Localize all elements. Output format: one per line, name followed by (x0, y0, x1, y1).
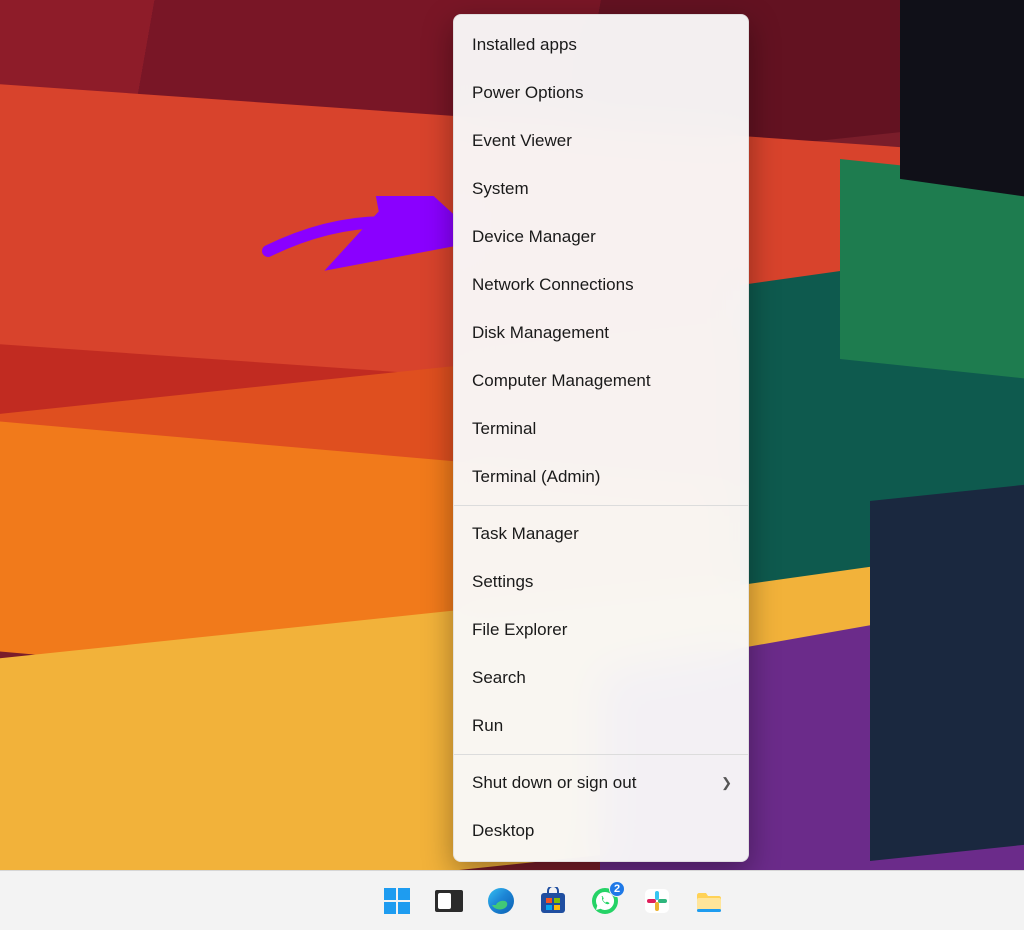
chevron-right-icon: ❯ (721, 775, 732, 791)
start-icon[interactable] (381, 885, 413, 917)
menu-item-label: Network Connections (472, 275, 730, 295)
menu-item-label: Terminal (472, 419, 730, 439)
menu-item-label: Computer Management (472, 371, 730, 391)
menu-item-label: Shut down or sign out (472, 773, 721, 793)
winx-context-menu: Installed apps Power Options Event Viewe… (453, 14, 749, 862)
menu-item-label: Task Manager (472, 524, 730, 544)
menu-item-label: Run (472, 716, 730, 736)
taskview-icon[interactable] (433, 885, 465, 917)
menu-item-event-viewer[interactable]: Event Viewer (454, 117, 748, 165)
menu-item-label: Desktop (472, 821, 730, 841)
menu-item-task-manager[interactable]: Task Manager (454, 510, 748, 558)
menu-item-label: Settings (472, 572, 730, 592)
slack-icon[interactable] (641, 885, 673, 917)
menu-item-label: Event Viewer (472, 131, 730, 151)
menu-item-power-options[interactable]: Power Options (454, 69, 748, 117)
menu-item-disk-management[interactable]: Disk Management (454, 309, 748, 357)
taskbar-center: 2 (381, 885, 725, 917)
menu-item-label: Power Options (472, 83, 730, 103)
menu-item-desktop[interactable]: Desktop (454, 807, 748, 855)
notification-badge: 2 (609, 881, 625, 897)
menu-item-settings[interactable]: Settings (454, 558, 748, 606)
menu-item-label: System (472, 179, 730, 199)
whatsapp-icon[interactable]: 2 (589, 885, 621, 917)
menu-item-label: Installed apps (472, 35, 730, 55)
menu-item-run[interactable]: Run (454, 702, 748, 750)
menu-item-search[interactable]: Search (454, 654, 748, 702)
menu-item-installed-apps[interactable]: Installed apps (454, 21, 748, 69)
menu-item-file-explorer[interactable]: File Explorer (454, 606, 748, 654)
menu-divider (454, 754, 748, 755)
menu-item-system[interactable]: System (454, 165, 748, 213)
explorer-icon[interactable] (693, 885, 725, 917)
taskbar: 2 (0, 870, 1024, 930)
store-icon[interactable] (537, 885, 569, 917)
menu-item-terminal[interactable]: Terminal (454, 405, 748, 453)
menu-item-label: Terminal (Admin) (472, 467, 730, 487)
menu-item-label: Device Manager (472, 227, 730, 247)
menu-item-label: Search (472, 668, 730, 688)
menu-item-label: Disk Management (472, 323, 730, 343)
menu-item-shut-down-or-sign-out[interactable]: Shut down or sign out ❯ (454, 759, 748, 807)
menu-item-network-connections[interactable]: Network Connections (454, 261, 748, 309)
menu-divider (454, 505, 748, 506)
menu-item-computer-management[interactable]: Computer Management (454, 357, 748, 405)
menu-item-label: File Explorer (472, 620, 730, 640)
edge-icon[interactable] (485, 885, 517, 917)
menu-item-terminal-admin[interactable]: Terminal (Admin) (454, 453, 748, 501)
menu-item-device-manager[interactable]: Device Manager (454, 213, 748, 261)
